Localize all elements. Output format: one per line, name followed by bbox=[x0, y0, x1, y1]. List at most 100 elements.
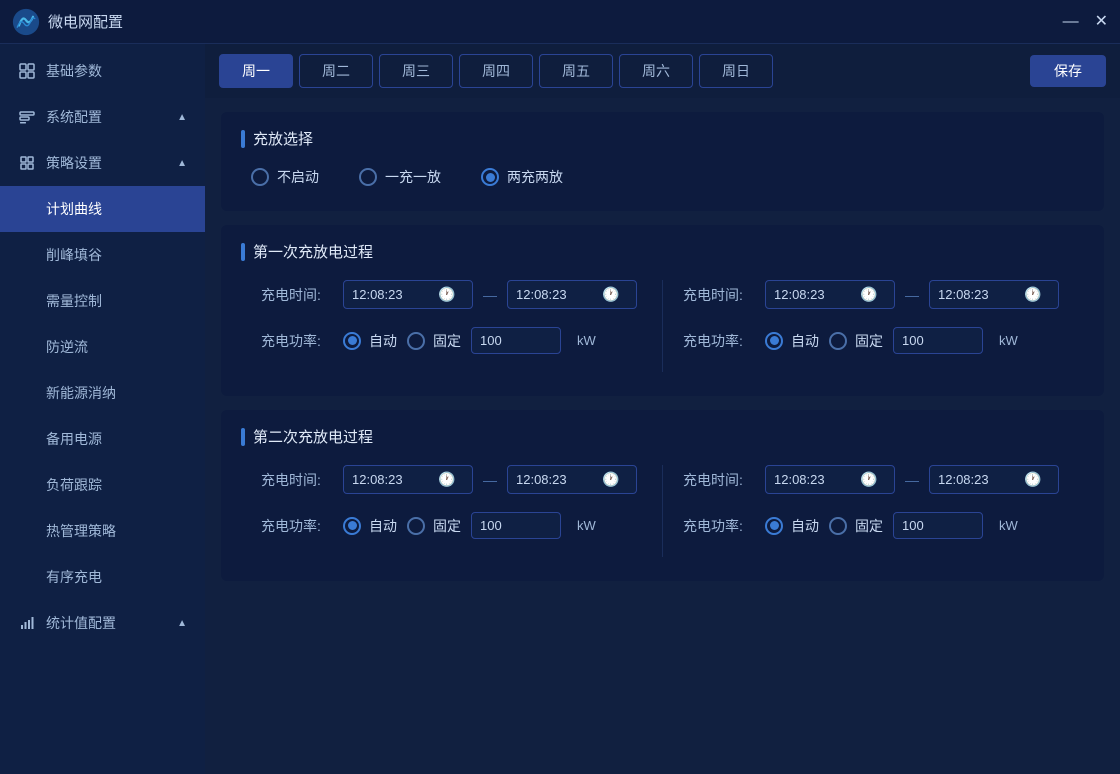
radio-one[interactable]: 一充一放 bbox=[359, 167, 441, 187]
sidebar-label-new-energy: 新能源消纳 bbox=[46, 383, 116, 403]
content-area: 充放选择 不启动 一充一放 两充两放 bbox=[205, 98, 1120, 774]
radio-off[interactable]: 不启动 bbox=[251, 167, 319, 187]
second-process-left: 充电时间: 🕐 — 🕐 充电功率: bbox=[241, 465, 662, 557]
sidebar-item-ordered-charge[interactable]: 有序充电 bbox=[0, 554, 205, 600]
sidebar-label-basic-params: 基础参数 bbox=[46, 61, 102, 81]
first-left-time-row: 充电时间: 🕐 — 🕐 bbox=[261, 280, 642, 309]
close-button[interactable]: ✕ bbox=[1095, 14, 1108, 30]
first-right-fixed-radio[interactable]: 固定 bbox=[829, 331, 883, 351]
first-process-grid: 充电时间: 🕐 — 🕐 充电功率: bbox=[241, 280, 1084, 372]
second-right-time-to-wrap[interactable]: 🕐 bbox=[929, 465, 1059, 494]
first-right-time-from[interactable] bbox=[774, 287, 854, 302]
title-bar: 微电网配置 — ✕ bbox=[0, 0, 1120, 44]
system-icon bbox=[18, 108, 36, 126]
sidebar-item-system-config[interactable]: 系统配置 ▲ bbox=[0, 94, 205, 140]
second-left-auto-circle bbox=[343, 517, 361, 535]
first-right-time-to-wrap[interactable]: 🕐 bbox=[929, 280, 1059, 309]
second-right-auto-radio[interactable]: 自动 bbox=[765, 516, 819, 536]
first-right-fixed-circle bbox=[829, 332, 847, 350]
dash-4: — bbox=[905, 472, 919, 488]
charge-choice-radio-group: 不启动 一充一放 两充两放 bbox=[241, 167, 1084, 187]
chevron-up-icon-3: ▲ bbox=[177, 618, 187, 629]
second-right-time-label: 充电时间: bbox=[683, 470, 755, 490]
sidebar-item-backup-power[interactable]: 备用电源 bbox=[0, 416, 205, 462]
second-right-power-wrap[interactable] bbox=[893, 512, 983, 539]
radio-one-label: 一充一放 bbox=[385, 167, 441, 187]
radio-two-circle bbox=[481, 168, 499, 186]
first-right-time-row: 充电时间: 🕐 — 🕐 bbox=[683, 280, 1064, 309]
second-left-power-input[interactable] bbox=[480, 518, 552, 533]
first-left-unit: kW bbox=[577, 333, 596, 348]
charge-choice-header: 充放选择 bbox=[241, 128, 1084, 149]
radio-two[interactable]: 两充两放 bbox=[481, 167, 563, 187]
tab-friday[interactable]: 周五 bbox=[539, 54, 613, 88]
sidebar-item-anti-backflow[interactable]: 防逆流 bbox=[0, 324, 205, 370]
minimize-button[interactable]: — bbox=[1063, 14, 1079, 30]
first-right-auto-label: 自动 bbox=[791, 331, 819, 351]
sidebar-label-ordered-charge: 有序充电 bbox=[46, 567, 102, 587]
sidebar-item-thermal-mgmt[interactable]: 热管理策略 bbox=[0, 508, 205, 554]
sidebar-item-new-energy[interactable]: 新能源消纳 bbox=[0, 370, 205, 416]
first-right-time-from-wrap[interactable]: 🕐 bbox=[765, 280, 895, 309]
tab-saturday[interactable]: 周六 bbox=[619, 54, 693, 88]
sidebar-label-anti-backflow: 防逆流 bbox=[46, 337, 88, 357]
first-left-power-input[interactable] bbox=[480, 333, 552, 348]
sidebar-item-stats-config[interactable]: 统计值配置 ▲ bbox=[0, 600, 205, 646]
radio-two-label: 两充两放 bbox=[507, 167, 563, 187]
second-left-power-wrap[interactable] bbox=[471, 512, 561, 539]
sidebar-item-basic-params[interactable]: 基础参数 bbox=[0, 48, 205, 94]
sidebar-label-peak-fill: 削峰填谷 bbox=[46, 245, 102, 265]
sidebar-item-plan-curve[interactable]: 计划曲线 bbox=[0, 186, 205, 232]
first-right-time-to[interactable] bbox=[938, 287, 1018, 302]
first-right-time-label: 充电时间: bbox=[683, 285, 755, 305]
first-left-power-wrap[interactable] bbox=[471, 327, 561, 354]
first-left-auto-circle bbox=[343, 332, 361, 350]
second-right-fixed-radio[interactable]: 固定 bbox=[829, 516, 883, 536]
tab-sunday[interactable]: 周日 bbox=[699, 54, 773, 88]
second-left-auto-radio[interactable]: 自动 bbox=[343, 516, 397, 536]
second-right-power-input[interactable] bbox=[902, 518, 974, 533]
charge-choice-section: 充放选择 不启动 一充一放 两充两放 bbox=[221, 112, 1104, 211]
second-right-time-from[interactable] bbox=[774, 472, 854, 487]
first-left-time-to[interactable] bbox=[516, 287, 596, 302]
tab-monday[interactable]: 周一 bbox=[219, 54, 293, 88]
second-left-fixed-radio[interactable]: 固定 bbox=[407, 516, 461, 536]
second-left-time-to[interactable] bbox=[516, 472, 596, 487]
second-right-time-to[interactable] bbox=[938, 472, 1018, 487]
first-left-time-from-wrap[interactable]: 🕐 bbox=[343, 280, 473, 309]
tab-wednesday[interactable]: 周三 bbox=[379, 54, 453, 88]
first-right-unit: kW bbox=[999, 333, 1018, 348]
first-left-fixed-radio[interactable]: 固定 bbox=[407, 331, 461, 351]
sidebar-label-plan-curve: 计划曲线 bbox=[46, 199, 102, 219]
first-left-power-row: 充电功率: 自动 固定 k bbox=[261, 327, 642, 354]
first-left-power-label: 充电功率: bbox=[261, 331, 333, 351]
first-left-auto-radio[interactable]: 自动 bbox=[343, 331, 397, 351]
charge-choice-title: 充放选择 bbox=[253, 128, 313, 149]
sidebar-item-peak-fill[interactable]: 削峰填谷 bbox=[0, 232, 205, 278]
sidebar-item-strategy-settings[interactable]: 策略设置 ▲ bbox=[0, 140, 205, 186]
tab-tuesday[interactable]: 周二 bbox=[299, 54, 373, 88]
first-right-power-label: 充电功率: bbox=[683, 331, 755, 351]
first-right-power-input[interactable] bbox=[902, 333, 974, 348]
first-right-fixed-label: 固定 bbox=[855, 331, 883, 351]
first-left-time-label: 充电时间: bbox=[261, 285, 333, 305]
first-left-fixed-label: 固定 bbox=[433, 331, 461, 351]
chevron-up-icon-2: ▲ bbox=[177, 158, 187, 169]
sidebar-item-demand-control[interactable]: 需量控制 bbox=[0, 278, 205, 324]
save-button[interactable]: 保存 bbox=[1030, 55, 1106, 87]
first-left-time-to-wrap[interactable]: 🕐 bbox=[507, 280, 637, 309]
tab-thursday[interactable]: 周四 bbox=[459, 54, 533, 88]
first-right-auto-radio[interactable]: 自动 bbox=[765, 331, 819, 351]
section-accent-2 bbox=[241, 243, 245, 261]
first-right-auto-circle bbox=[765, 332, 783, 350]
first-right-power-wrap[interactable] bbox=[893, 327, 983, 354]
second-right-time-from-wrap[interactable]: 🕐 bbox=[765, 465, 895, 494]
dash-2: — bbox=[905, 287, 919, 303]
first-left-time-from[interactable] bbox=[352, 287, 432, 302]
clock-icon-8: 🕐 bbox=[1024, 471, 1041, 488]
second-left-time-from-wrap[interactable]: 🕐 bbox=[343, 465, 473, 494]
second-left-time-to-wrap[interactable]: 🕐 bbox=[507, 465, 637, 494]
sidebar-item-load-track[interactable]: 负荷跟踪 bbox=[0, 462, 205, 508]
second-left-time-from[interactable] bbox=[352, 472, 432, 487]
second-right-fixed-circle bbox=[829, 517, 847, 535]
